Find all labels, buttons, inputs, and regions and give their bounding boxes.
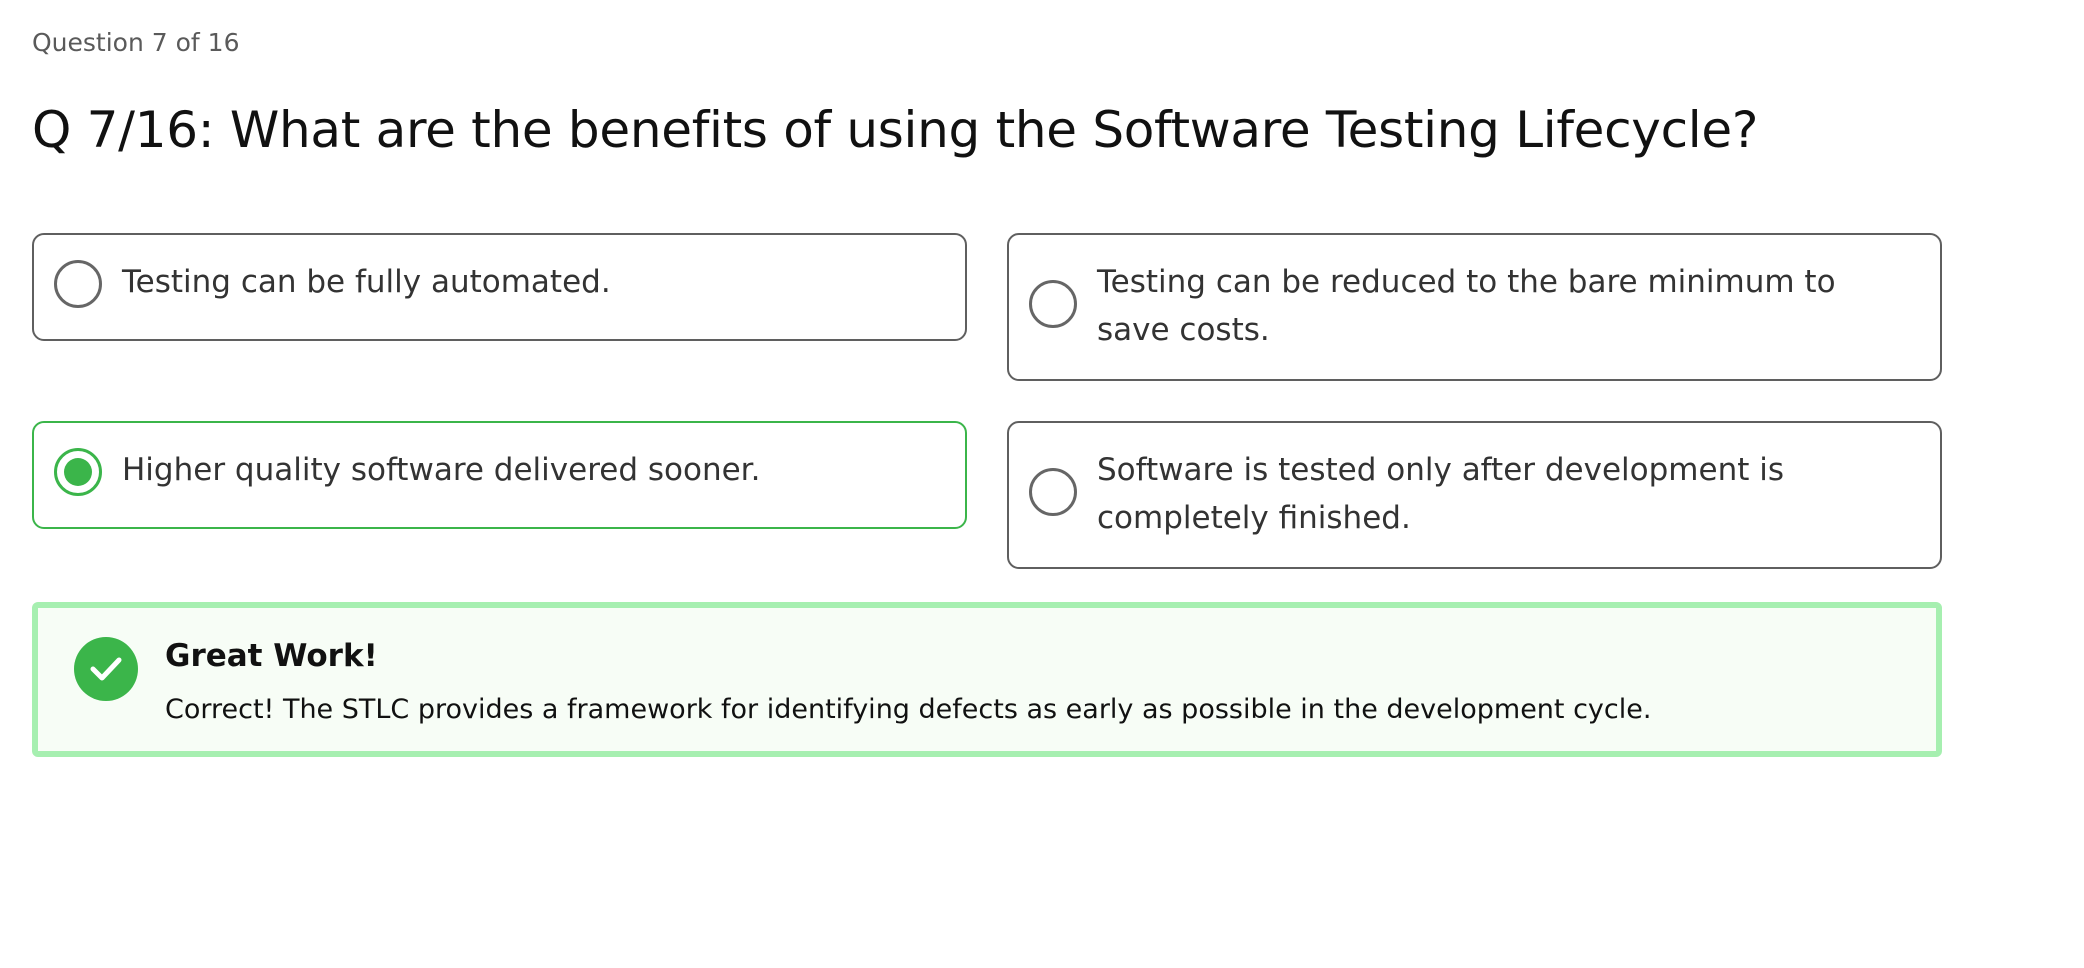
check-icon	[74, 637, 138, 701]
radio-dot	[64, 458, 92, 486]
answer-option-label: Testing can be reduced to the bare minim…	[1097, 264, 1836, 348]
radio-unselected-icon[interactable]	[1029, 280, 1077, 328]
answer-option-3[interactable]: Higher quality software delivered sooner…	[32, 421, 967, 529]
quiz-page: Question 7 of 16 Q 7/16: What are the be…	[0, 0, 2084, 968]
radio-selected-icon[interactable]	[54, 448, 102, 496]
checkmark-glyph	[90, 657, 122, 681]
answer-option-2[interactable]: Testing can be reduced to the bare minim…	[1007, 233, 1942, 381]
answer-option-label: Software is tested only after developmen…	[1097, 452, 1784, 536]
answer-option-1[interactable]: Testing can be fully automated.	[32, 233, 967, 341]
question-title: Q 7/16: What are the benefits of using t…	[32, 101, 1759, 159]
feedback-message: Correct! The STLC provides a framework f…	[165, 694, 1652, 725]
question-progress: Question 7 of 16	[32, 28, 240, 57]
radio-unselected-icon[interactable]	[54, 260, 102, 308]
answer-option-label: Testing can be fully automated.	[122, 264, 611, 300]
answer-option-label: Higher quality software delivered sooner…	[122, 452, 761, 488]
feedback-title: Great Work!	[165, 638, 378, 674]
answer-option-4[interactable]: Software is tested only after developmen…	[1007, 421, 1942, 569]
radio-unselected-icon[interactable]	[1029, 468, 1077, 516]
feedback-panel: Great Work! Correct! The STLC provides a…	[32, 602, 1942, 757]
